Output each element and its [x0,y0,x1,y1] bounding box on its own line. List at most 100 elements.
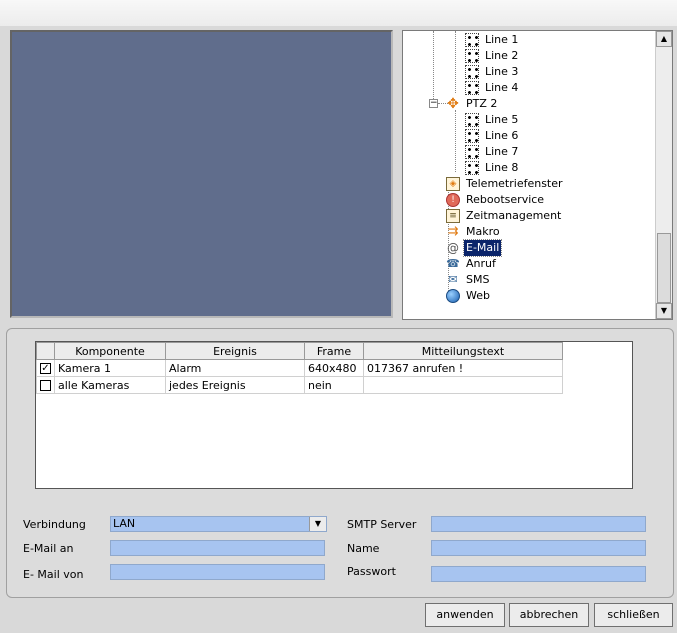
tree-item-zeitmanagement[interactable]: ≡ Zeitmanagement [446,208,563,224]
tree-item-label: E-Mail [462,239,503,257]
calendar-icon: ≡ [446,209,460,223]
tree-item-telemetriefenster[interactable]: ◈ Telemetriefenster [446,176,565,192]
tree-item-label: Line 1 [485,33,519,46]
table-row[interactable]: alle Kameras jedes Ereignis nein [36,376,563,394]
email-von-label: E- Mail von [23,568,84,581]
tree-item-label: Line 3 [485,65,519,78]
passwort-field[interactable] [431,566,646,582]
cell-mitteilungstext[interactable] [363,376,563,394]
device-tree[interactable]: − Line 1 Line 2 Line 3 Line 4 ✥ PTZ 2 Li… [402,30,673,320]
notification-table[interactable]: Komponente Ereignis Frame Mitteilungstex… [35,341,633,489]
tree-item-label: PTZ 2 [466,97,498,110]
tree-item-label: Line 2 [485,49,519,62]
tree-item-label: Web [466,289,490,302]
cell-komponente[interactable]: Kamera 1 [54,359,166,377]
tree-connector [455,110,456,172]
scroll-up-button[interactable]: ▲ [656,31,672,47]
line-icon [465,161,479,175]
tree-item-label: Line 8 [485,161,519,174]
close-button[interactable]: schließen [594,603,673,627]
tree-item-label: Telemetriefenster [466,177,563,190]
reboot-icon: ! [446,193,460,207]
cell-frame[interactable]: 640x480 [304,359,364,377]
scroll-down-button[interactable]: ▼ [656,303,672,319]
tree-item-anruf[interactable]: ☎ Anruf [446,256,498,272]
apply-button[interactable]: anwenden [425,603,505,627]
cancel-button[interactable]: abbrechen [509,603,589,627]
tree-item-label: Makro [466,225,500,238]
row-checkbox-cell[interactable] [36,376,55,394]
name-field[interactable] [431,540,646,556]
cell-ereignis[interactable]: jedes Ereignis [165,376,305,394]
tree-connector [433,31,434,103]
row-checkbox-cell[interactable]: ✓ [36,359,55,377]
tree-item-line-3[interactable]: Line 3 [465,64,520,80]
column-header-frame[interactable]: Frame [304,342,364,360]
table-row[interactable]: ✓ Kamera 1 Alarm 640x480 017367 anrufen … [36,359,563,377]
line-icon [465,65,479,79]
tree-item-label: Line 7 [485,145,519,158]
row-checkbox-checked[interactable]: ✓ [40,363,51,374]
telemetry-icon: ◈ [446,177,460,191]
smtp-server-label: SMTP Server [347,518,417,531]
tree-item-rebootservice[interactable]: ! Rebootservice [446,192,546,208]
tree-item-line-4[interactable]: Line 4 [465,80,520,96]
tree-item-label: Line 5 [485,113,519,126]
tree-item-label: Anruf [466,257,496,270]
tree-item-web[interactable]: Web [446,288,492,304]
row-checkbox-unchecked[interactable] [40,380,51,391]
verbindung-label: Verbindung [23,518,86,531]
passwort-label: Passwort [347,565,396,578]
tree-item-makro[interactable]: ⇉ Makro [446,224,502,240]
line-icon [465,129,479,143]
email-an-field[interactable] [110,540,325,556]
globe-icon [446,289,460,303]
tree-connector [455,31,456,93]
column-header-ereignis[interactable]: Ereignis [165,342,305,360]
cell-ereignis[interactable]: Alarm [165,359,305,377]
video-preview [10,30,393,318]
tree-item-line-1[interactable]: Line 1 [465,32,520,48]
column-header-mitteilungstext[interactable]: Mitteilungstext [363,342,563,360]
scroll-thumb[interactable] [657,233,671,303]
chevron-down-icon[interactable]: ▼ [309,517,326,531]
tree-scrollbar[interactable]: ▲ ▼ [655,31,672,319]
line-icon [465,33,479,47]
cell-komponente[interactable]: alle Kameras [54,376,166,394]
verbindung-select[interactable]: LAN ▼ [110,516,327,532]
tree-item-line-5[interactable]: Line 5 [465,112,520,128]
tree-item-sms[interactable]: ✉ SMS [446,272,491,288]
macro-icon: ⇉ [447,224,459,239]
email-icon: @ [447,241,459,255]
cell-frame[interactable]: nein [304,376,364,394]
line-icon [465,81,479,95]
name-label: Name [347,542,380,555]
email-von-field[interactable] [110,564,325,580]
window-titlebar [0,0,677,26]
line-icon [465,49,479,63]
tree-item-ptz-2[interactable]: ✥ PTZ 2 [446,96,499,112]
checkbox-column-header [36,342,55,360]
tree-item-label: Line 6 [485,129,519,142]
line-icon [465,145,479,159]
tree-item-line-6[interactable]: Line 6 [465,128,520,144]
tree-item-line-7[interactable]: Line 7 [465,144,520,160]
verbindung-value: LAN [113,517,136,530]
cell-mitteilungstext[interactable]: 017367 anrufen ! [363,359,563,377]
tree-item-e-mail[interactable]: @ E-Mail [446,239,503,257]
sms-icon: ✉ [448,273,458,286]
tree-item-line-8[interactable]: Line 8 [465,160,520,176]
tree-item-label: Rebootservice [466,193,545,206]
line-icon [465,113,479,127]
tree-item-label: Zeitmanagement [466,209,562,222]
phone-icon: ☎ [446,257,460,270]
column-header-komponente[interactable]: Komponente [54,342,166,360]
smtp-server-field[interactable] [431,516,646,532]
collapse-toggle[interactable]: − [429,99,438,108]
ptz-icon: ✥ [447,96,459,112]
email-settings-panel: Komponente Ereignis Frame Mitteilungstex… [6,328,674,598]
email-an-label: E-Mail an [23,542,74,555]
tree-item-label: Line 4 [485,81,519,94]
tree-item-label: SMS [466,273,490,286]
tree-item-line-2[interactable]: Line 2 [465,48,520,64]
